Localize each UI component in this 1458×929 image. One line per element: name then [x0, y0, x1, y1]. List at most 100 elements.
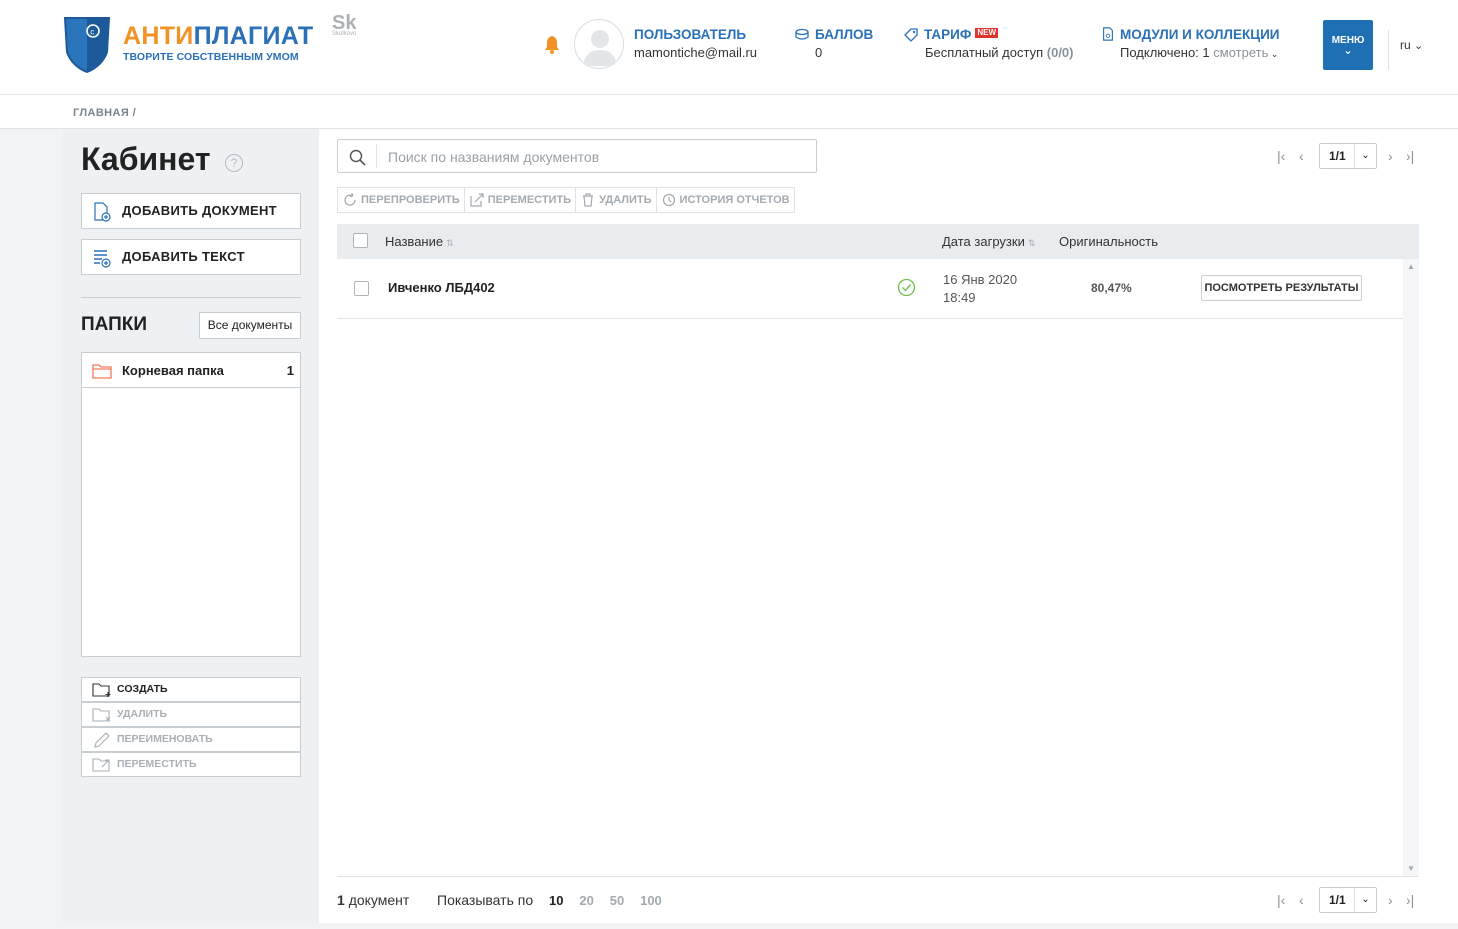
recheck-label: ПЕРЕПРОВЕРИТЬ — [361, 194, 460, 206]
report-history-button[interactable]: ИСТОРИЯ ОТЧЕТОВ — [657, 188, 794, 212]
folder-item[interactable]: Корневая папка 1 — [82, 353, 300, 388]
add-document-button[interactable]: ДОБАВИТЬ ДОКУМЕНТ — [81, 193, 301, 229]
per-page-option-20[interactable]: 20 — [579, 893, 593, 908]
column-name-label: Название — [385, 234, 444, 249]
svg-text:c: c — [90, 27, 94, 36]
prev-page-icon[interactable]: ‹ — [1299, 148, 1304, 164]
refresh-icon — [344, 193, 356, 206]
tariff-value-text: Бесплатный доступ — [925, 45, 1044, 60]
chevron-down-icon: ⌄ — [1354, 888, 1376, 912]
pencil-icon — [94, 732, 110, 748]
modules-value: Подключено: 1 смотреть ⌄ — [1120, 45, 1278, 60]
column-name[interactable]: Название ⇅ — [385, 234, 454, 249]
search-separator — [376, 144, 377, 168]
avatar[interactable] — [574, 19, 624, 69]
add-document-icon — [94, 202, 111, 222]
folder-delete-icon — [92, 708, 111, 722]
rename-folder-button[interactable]: ПЕРЕИМЕНОВАТЬ — [81, 727, 301, 752]
chevron-down-icon: ⌄ — [1414, 40, 1424, 52]
select-all-checkbox[interactable] — [353, 233, 368, 248]
table-row[interactable]: Ивченко ЛБД402 16 Янв 2020 18:49 80,47% П… — [337, 259, 1403, 319]
user-avatar-icon — [583, 30, 617, 66]
table-bottom-divider — [337, 876, 1419, 877]
tariff-count: (0/0) — [1046, 45, 1074, 60]
points-value: 0 — [815, 45, 823, 60]
page-title: Кабинет — [81, 141, 211, 177]
language-selector[interactable]: ru ⌄ — [1388, 30, 1423, 70]
recheck-button[interactable]: ПЕРЕПРОВЕРИТЬ — [338, 188, 465, 212]
modules-view-link[interactable]: смотреть — [1213, 45, 1268, 60]
folders-title: ПАПКИ — [81, 314, 148, 335]
scrollbar[interactable]: ▲ ▼ — [1403, 259, 1419, 876]
per-page-option-10[interactable]: 10 — [549, 893, 563, 908]
language-value: ru — [1400, 38, 1411, 52]
move-icon — [470, 193, 484, 207]
first-page-icon[interactable]: |‹ — [1277, 148, 1285, 164]
delete-folder-label: УДАЛИТЬ — [117, 708, 168, 720]
document-actions-toolbar: ПЕРЕПРОВЕРИТЬ ПЕРЕМЕСТИТЬ УДАЛИТЬ ИСТОРИ… — [337, 187, 795, 213]
per-page-option-100[interactable]: 100 — [640, 893, 662, 908]
search-input[interactable] — [388, 147, 808, 167]
last-page-icon[interactable]: ›| — [1406, 892, 1414, 908]
modules-value-text: Подключено: 1 — [1120, 45, 1210, 60]
column-date[interactable]: Дата загрузки ⇅ — [942, 234, 1035, 249]
tariff-label[interactable]: ТАРИФ NEW — [924, 27, 999, 42]
next-page-icon[interactable]: › — [1388, 892, 1393, 908]
document-date: 16 Янв 2020 18:49 — [943, 271, 1017, 307]
breadcrumb[interactable]: ГЛАВНАЯ / — [73, 107, 136, 119]
folder-list: Корневая папка 1 — [81, 352, 301, 657]
all-documents-button[interactable]: Все документы — [199, 312, 301, 339]
breadcrumb-bar: ГЛАВНАЯ / — [0, 95, 1458, 129]
search-box[interactable] — [337, 139, 817, 173]
row-checkbox[interactable] — [354, 281, 369, 296]
move-button[interactable]: ПЕРЕМЕСТИТЬ — [465, 188, 577, 212]
user-email: mamontiche@mail.ru — [634, 45, 758, 60]
delete-folder-button[interactable]: УДАЛИТЬ — [81, 702, 301, 727]
page-select[interactable]: 1/1 ⌄ — [1319, 143, 1377, 169]
tag-icon — [904, 28, 918, 42]
next-page-icon[interactable]: › — [1388, 148, 1393, 164]
report-history-label: ИСТОРИЯ ОТЧЕТОВ — [679, 194, 790, 206]
add-text-button[interactable]: ДОБАВИТЬ ТЕКСТ — [81, 239, 301, 275]
menu-button[interactable]: МЕНЮ ⌄ — [1323, 20, 1373, 70]
delete-button[interactable]: УДАЛИТЬ — [576, 188, 657, 212]
help-icon[interactable]: ? — [225, 154, 243, 172]
folder-count: 1 — [286, 363, 294, 378]
modules-label[interactable]: МОДУЛИ И КОЛЛЕКЦИИ — [1120, 27, 1279, 42]
document-date-day: 16 Янв 2020 — [943, 272, 1018, 287]
logo-title[interactable]: АНТИПЛАГИАТ — [123, 22, 313, 51]
document-date-time: 18:49 — [943, 290, 976, 305]
logo-tagline: ТВОРИТЕ СОБСТВЕННЫМ УМОМ — [123, 51, 299, 63]
bell-icon[interactable] — [543, 34, 561, 54]
points-label[interactable]: БАЛЛОВ — [815, 27, 873, 42]
prev-page-icon[interactable]: ‹ — [1299, 892, 1304, 908]
create-folder-button[interactable]: СОЗДАТЬ — [81, 677, 301, 702]
header: c АНТИПЛАГИАТ ТВОРИТЕ СОБСТВЕННЫМ УМОМ S… — [0, 0, 1458, 95]
logo-part2: ПЛАГИАТ — [193, 22, 314, 50]
history-icon — [662, 193, 675, 207]
move-folder-button[interactable]: ПЕРЕМЕСТИТЬ — [81, 752, 301, 777]
user-label[interactable]: ПОЛЬЗОВАТЕЛЬ — [634, 27, 746, 42]
first-page-icon[interactable]: |‹ — [1277, 892, 1285, 908]
pager-bottom: |‹ ‹ 1/1 ⌄ › ›| — [1277, 887, 1419, 913]
scroll-up-icon[interactable]: ▲ — [1407, 262, 1415, 271]
per-page-option-50[interactable]: 50 — [610, 893, 624, 908]
last-page-icon[interactable]: ›| — [1406, 148, 1414, 164]
view-results-button[interactable]: ПОСМОТРЕТЬ РЕЗУЛЬТАТЫ — [1201, 275, 1362, 301]
page-indicator: 1/1 — [1329, 149, 1346, 163]
chevron-down-icon: ⌄ — [1343, 45, 1353, 57]
document-originality: 80,47% — [1091, 281, 1132, 295]
sort-icon: ⇅ — [446, 238, 454, 248]
document-name[interactable]: Ивченко ЛБД402 — [388, 280, 495, 295]
search-icon[interactable] — [349, 149, 367, 167]
sort-icon: ⇅ — [1027, 238, 1036, 248]
move-label: ПЕРЕМЕСТИТЬ — [487, 194, 572, 206]
folder-create-icon — [92, 683, 111, 697]
sidebar-divider — [81, 297, 301, 298]
page-select[interactable]: 1/1 ⌄ — [1319, 887, 1377, 913]
scroll-down-icon[interactable]: ▼ — [1407, 864, 1415, 873]
create-folder-label: СОЗДАТЬ — [117, 683, 168, 695]
add-document-label: ДОБАВИТЬ ДОКУМЕНТ — [122, 203, 277, 218]
chevron-down-icon[interactable]: ⌄ — [1268, 49, 1279, 59]
document-icon — [1103, 27, 1113, 41]
